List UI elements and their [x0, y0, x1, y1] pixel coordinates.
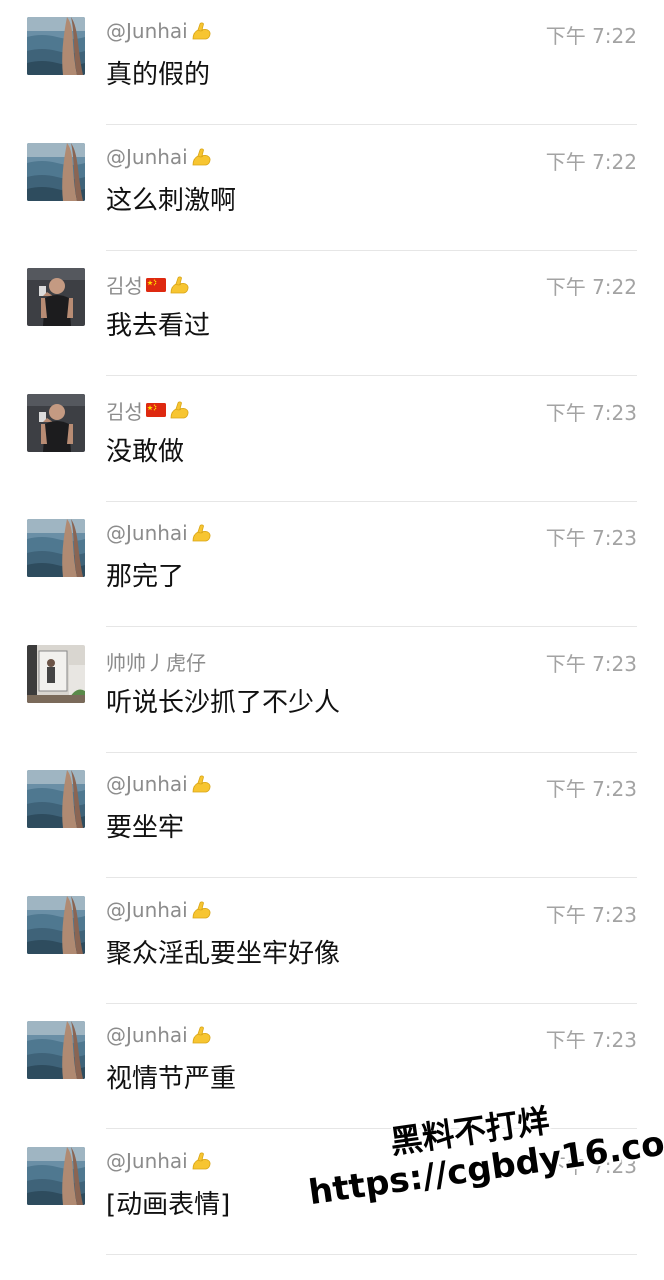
sender-name: @Junhai: [106, 1023, 212, 1047]
sender-name-text: 김성: [106, 399, 143, 424]
china-flag-icon: [145, 277, 166, 292]
avatar[interactable]: [27, 1146, 85, 1205]
message-text[interactable]: 听说长沙抓了不少人: [106, 682, 340, 719]
sender-name: @Junhai: [106, 145, 212, 169]
sender-name: @Junhai: [106, 521, 212, 545]
message-item[interactable]: @Junhai 下午 7:22 这么刺激啊: [0, 126, 664, 251]
message-item[interactable]: 帅帅丿虎仔 下午 7:23 听说长沙抓了不少人: [0, 628, 664, 753]
flexed-biceps-icon: [191, 774, 212, 794]
sender-name: @Junhai: [106, 1149, 212, 1173]
message-time: 下午 7:22: [545, 149, 637, 174]
sender-name-text: @Junhai: [106, 19, 188, 43]
message-text[interactable]: 我去看过: [106, 305, 210, 342]
avatar[interactable]: [27, 644, 85, 703]
sender-name: 김성: [106, 396, 190, 425]
sender-name-text: 帅帅丿虎仔: [106, 650, 206, 675]
message-time: 下午 7:22: [545, 275, 637, 299]
avatar[interactable]: [27, 17, 85, 75]
avatar[interactable]: [27, 770, 85, 828]
sender-name-text: @Junhai: [106, 1023, 188, 1047]
sender-name-text: @Junhai: [106, 897, 188, 922]
flexed-biceps-icon: [169, 275, 190, 295]
message-text[interactable]: 没敢做: [106, 431, 184, 468]
message-item[interactable]: @Junhai 下午 7:23 要坐牢: [0, 753, 664, 878]
sender-name-text: @Junhai: [106, 521, 188, 545]
flexed-biceps-icon: [191, 21, 212, 41]
message-time: 下午 7:23: [545, 526, 637, 550]
sender-name-text: 김성: [106, 274, 143, 298]
divider: [106, 1253, 637, 1255]
message-text[interactable]: 这么刺激啊: [106, 180, 236, 217]
message-time: 下午 7:22: [545, 24, 637, 48]
message-item[interactable]: @Junhai 下午 7:22 真的假的: [0, 0, 664, 125]
message-text[interactable]: 那完了: [106, 556, 184, 593]
flexed-biceps-icon: [191, 1025, 212, 1045]
message-time: 下午 7:23: [545, 651, 637, 676]
flexed-biceps-icon: [191, 147, 212, 167]
message-text[interactable]: 真的假的: [106, 54, 210, 91]
message-time: 下午 7:23: [545, 777, 637, 801]
sender-name: @Junhai: [106, 898, 212, 922]
sender-name-text: @Junhai: [106, 1148, 188, 1173]
message-list[interactable]: @Junhai 下午 7:22 真的假的 @Junhai 下午 7:22 这么刺激啊 김성 下…: [0, 0, 664, 1280]
sender-name-text: @Junhai: [106, 772, 188, 796]
avatar[interactable]: [27, 268, 85, 326]
message-item[interactable]: 김성 下午 7:22 我去看过: [0, 251, 664, 376]
message-text[interactable]: [动画表情]: [106, 1184, 230, 1221]
message-item[interactable]: 김성 下午 7:23 没敢做: [0, 377, 664, 502]
avatar[interactable]: [27, 519, 85, 577]
sender-name: @Junhai: [106, 19, 212, 43]
sender-name: @Junhai: [106, 772, 212, 796]
sender-name-text: @Junhai: [106, 144, 188, 169]
flexed-biceps-icon: [191, 1151, 212, 1171]
avatar[interactable]: [27, 895, 85, 954]
message-item[interactable]: @Junhai 下午 7:23 那完了: [0, 502, 664, 627]
avatar[interactable]: [27, 393, 85, 452]
message-text[interactable]: 聚众淫乱要坐牢好像: [106, 933, 340, 970]
message-time: 下午 7:23: [545, 400, 637, 425]
message-item[interactable]: @Junhai 下午 7:23 聚众淫乱要坐牢好像: [0, 879, 664, 1004]
message-text[interactable]: 视情节严重: [106, 1058, 236, 1095]
avatar[interactable]: [27, 1021, 85, 1079]
flexed-biceps-icon: [191, 523, 212, 543]
message-time: 下午 7:23: [545, 902, 637, 927]
message-time: 下午 7:23: [545, 1028, 637, 1052]
flexed-biceps-icon: [191, 900, 212, 920]
avatar[interactable]: [27, 142, 85, 201]
message-text[interactable]: 要坐牢: [106, 807, 184, 844]
sender-name: 帅帅丿虎仔: [106, 647, 206, 676]
china-flag-icon: [145, 403, 166, 417]
flexed-biceps-icon: [169, 400, 190, 420]
sender-name: 김성: [106, 270, 190, 299]
